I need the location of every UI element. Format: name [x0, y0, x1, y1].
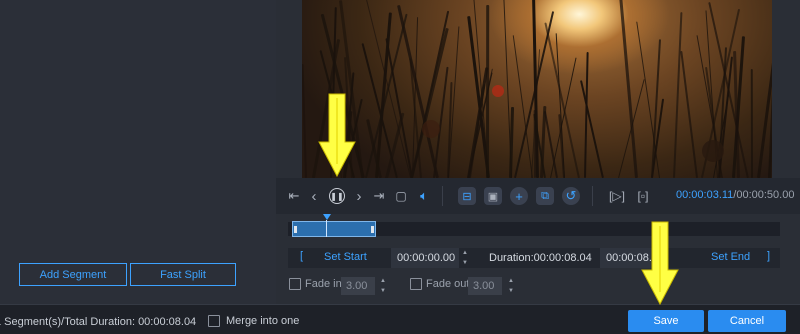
merge-checkbox[interactable] [208, 315, 220, 327]
grass-blade [750, 69, 754, 178]
copy-icon: ⧉ [536, 187, 554, 205]
fade-in-toggle[interactable]: Fade in [289, 278, 342, 290]
grass-blade [617, 0, 638, 178]
segment-summary: 1 Segment(s)/Total Duration: 00:00:08.04 [0, 316, 197, 328]
cancel-button[interactable]: Cancel [708, 310, 786, 332]
fade-in-field[interactable]: 3.00 [341, 277, 375, 295]
annotation-arrow-icon [641, 221, 679, 306]
copy-button[interactable]: ⧉ [536, 186, 554, 206]
selection-start-handle[interactable] [294, 226, 297, 233]
snapshot-button[interactable]: ▣ [484, 186, 502, 206]
snapshot-icon: ▣ [484, 187, 502, 205]
stop-icon[interactable]: ▢ [394, 186, 408, 206]
fade-in-label: Fade in [305, 278, 342, 290]
bracket-right: ] [767, 250, 771, 262]
add-icon: + [510, 187, 528, 205]
current-time: 00:00:03.11 [676, 189, 734, 201]
split-button[interactable]: ⊟ [458, 186, 476, 206]
divider [592, 186, 593, 206]
set-end-button[interactable]: Set End [711, 251, 750, 263]
fade-out-label: Fade out [426, 278, 470, 290]
add-button[interactable]: + [510, 186, 528, 206]
fast-split-button[interactable]: Fast Split [130, 263, 236, 286]
reset-icon: ↺ [562, 187, 580, 205]
fade-out-stepper[interactable]: ▲ ▼ [507, 277, 515, 295]
bokeh-spot [422, 120, 440, 138]
save-button[interactable]: Save [628, 310, 704, 332]
total-time: /00:00:50.00 [733, 189, 795, 201]
merge-toggle[interactable]: Merge into one [208, 315, 299, 327]
set-start-button[interactable]: Set Start [324, 251, 367, 263]
selection-end-handle[interactable] [371, 226, 374, 233]
fade-out-toggle[interactable]: Fade out [410, 278, 469, 290]
volume-icon[interactable]: 🔈︎ [416, 186, 432, 206]
split-icon: ⊟ [458, 187, 476, 205]
grass-blade [673, 11, 683, 178]
video-preview [302, 0, 772, 178]
add-segment-button[interactable]: Add Segment [19, 263, 127, 286]
go-to-end-icon[interactable]: ⇥ [372, 186, 386, 206]
mark-out-icon[interactable]: [▫] [634, 186, 652, 206]
reset-button[interactable]: ↺ [562, 186, 580, 206]
playhead-line [326, 220, 327, 237]
left-panel [0, 0, 276, 304]
grass-blade [680, 51, 699, 178]
pause-button[interactable]: ❚❚ [327, 186, 347, 206]
bracket-left: [ [300, 250, 304, 262]
start-time-stepper[interactable]: ▲ ▼ [461, 249, 469, 267]
start-time-field[interactable]: 00:00:00.00 [391, 248, 459, 268]
annotation-arrow-icon [318, 93, 356, 178]
duration-label: Duration:00:00:08.04 [489, 252, 592, 264]
playhead-marker[interactable] [323, 214, 331, 220]
fade-in-checkbox[interactable] [289, 278, 301, 290]
bokeh-spot [702, 140, 724, 162]
fade-out-field[interactable]: 3.00 [468, 277, 502, 295]
next-frame-icon[interactable]: › [352, 186, 366, 206]
merge-label: Merge into one [226, 315, 300, 327]
time-readout: 00:00:03.11/00:00:50.00 [676, 189, 794, 201]
timeline-selection[interactable] [292, 221, 376, 237]
bokeh-spot [492, 85, 504, 97]
divider [442, 186, 443, 206]
pause-icon: ❚❚ [329, 188, 345, 204]
fade-out-checkbox[interactable] [410, 278, 422, 290]
fade-in-stepper[interactable]: ▲ ▼ [379, 277, 387, 295]
go-to-start-icon[interactable]: ⇤ [287, 186, 301, 206]
prev-frame-icon[interactable]: ‹ [307, 186, 321, 206]
grass-blade [302, 64, 308, 178]
grass-blade [508, 106, 515, 178]
mark-in-icon[interactable]: [▷] [608, 186, 626, 206]
